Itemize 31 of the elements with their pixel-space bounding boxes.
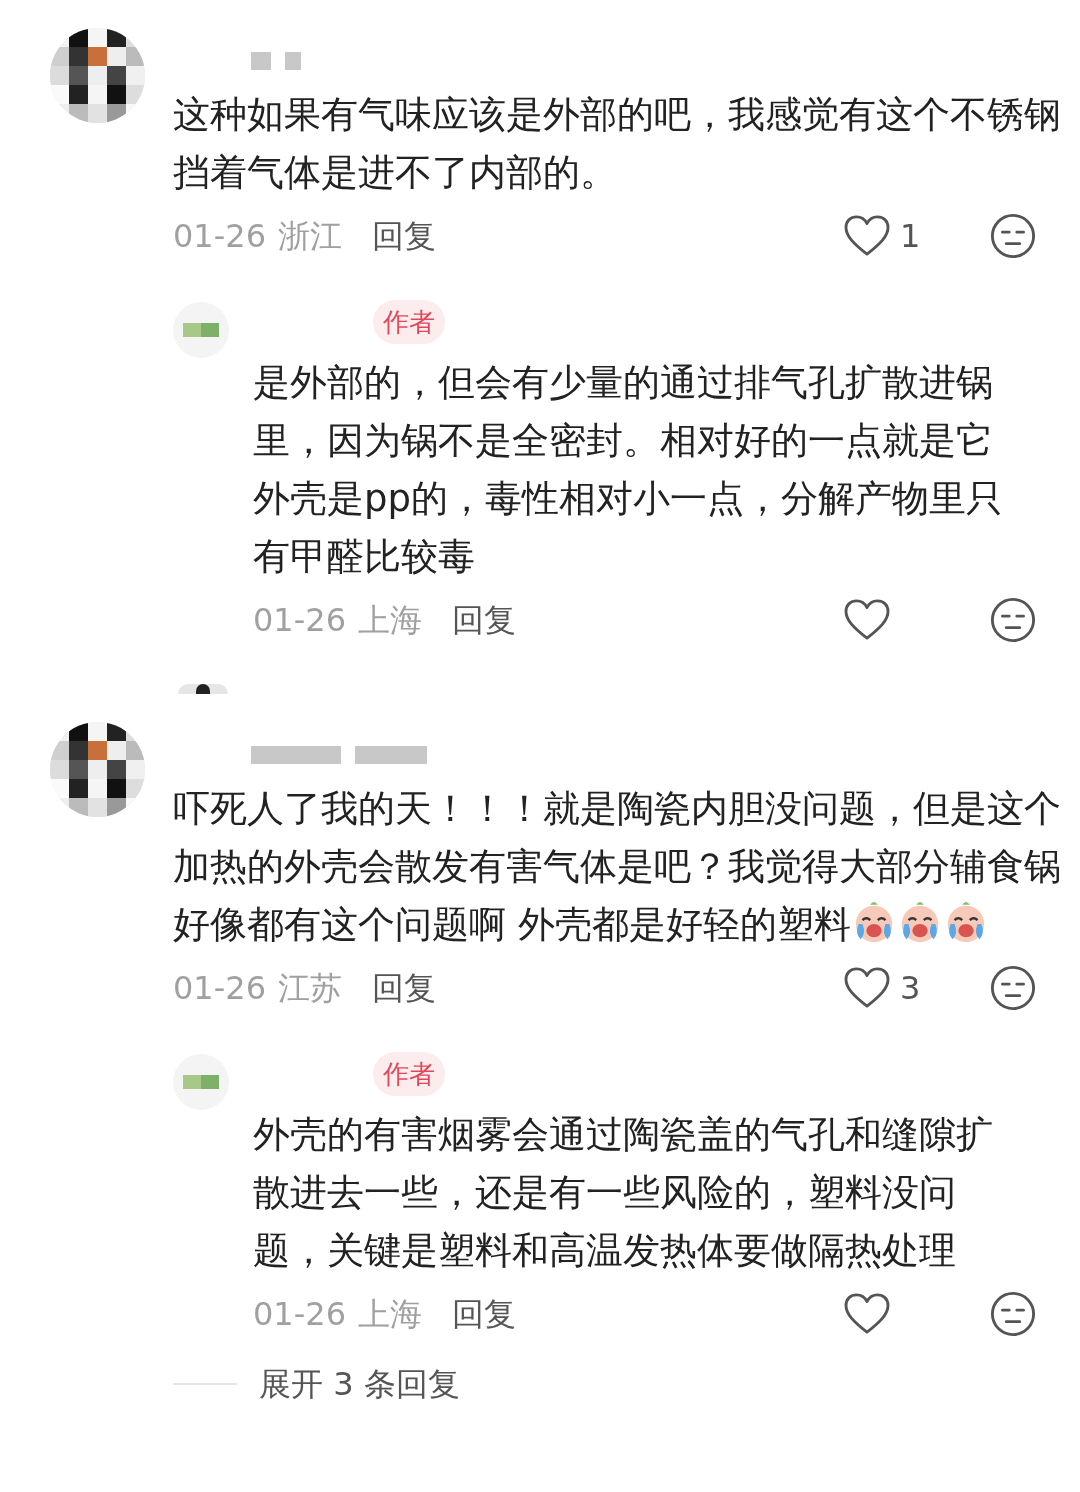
comment-text: 吓死人了我的天！！！就是陶瓷内胆没问题，但是这个加热的外壳会散发有害气体是吧？我觉得大部分辅食锅好像都有这个问题啊 外壳都是好轻的塑料: [173, 786, 1062, 948]
comment-date: 01-26: [173, 216, 266, 257]
author-badge: 作者: [373, 300, 445, 344]
neutral-face-icon[interactable]: [990, 597, 1036, 643]
reply-text: 外壳的有害烟雾会通过陶瓷盖的气孔和缝隙扩散进去一些，还是有一些风险的，塑料没问题，关键是塑料和高温发热体要做隔热处理: [253, 1112, 994, 1274]
comment-date: 01-26: [173, 968, 266, 1009]
neutral-face-icon[interactable]: [990, 213, 1036, 259]
like-count: 1: [900, 216, 921, 257]
comment-location: 浙江: [278, 216, 342, 257]
comment-date: 01-26: [253, 1294, 346, 1335]
reply-link[interactable]: 回复: [372, 964, 436, 1012]
heart-icon[interactable]: [844, 1293, 890, 1335]
comment-date: 01-26: [253, 600, 346, 641]
heart-icon[interactable]: [844, 967, 890, 1009]
comment-location: 上海: [358, 600, 422, 641]
comment-location: 江苏: [278, 968, 342, 1009]
neutral-face-icon[interactable]: [990, 965, 1036, 1011]
blurred-avatar: [178, 684, 228, 694]
comment-location: 上海: [358, 1294, 422, 1335]
reply-link[interactable]: 回复: [372, 212, 436, 260]
reply-text: 是外部的，但会有少量的通过排气孔扩散进锅里，因为锅不是全密封。相对好的一点就是它外壳是pp的，毒性相对小一点，分解产物里只有甲醛比较毒: [253, 360, 1004, 580]
heart-icon[interactable]: [844, 215, 890, 257]
comment-text: 这种如果有气味应该是外部的吧，我感觉有这个不锈钢挡着气体是进不了内部的。: [173, 92, 1062, 196]
blurred-username: [251, 52, 301, 70]
heart-icon[interactable]: [844, 599, 890, 641]
expand-replies-link[interactable]: 展开 3 条回复: [259, 1360, 460, 1408]
like-count: 3: [900, 968, 921, 1009]
author-badge: 作者: [373, 1052, 445, 1096]
reply-link[interactable]: 回复: [452, 596, 516, 644]
neutral-face-icon[interactable]: [990, 1291, 1036, 1337]
reply-link[interactable]: 回复: [452, 1290, 516, 1338]
